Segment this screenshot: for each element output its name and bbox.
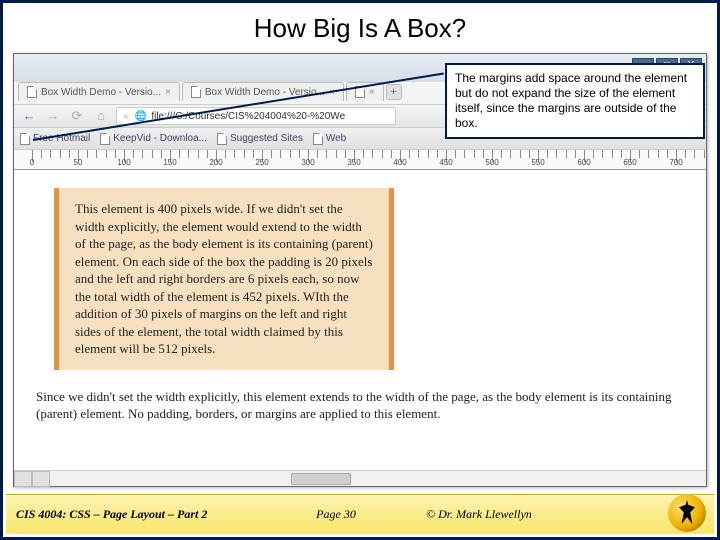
footer-course: CIS 4004: CSS – Page Layout – Part 2 bbox=[6, 507, 266, 522]
home-button[interactable]: ⌂ bbox=[92, 107, 110, 125]
scrollbar-thumb[interactable] bbox=[291, 473, 351, 485]
browser-viewport: 0501001502002503003504004505005506006507… bbox=[14, 150, 706, 470]
page-icon bbox=[27, 86, 37, 98]
horizontal-scrollbar[interactable] bbox=[14, 470, 706, 486]
back-button[interactable]: ← bbox=[20, 107, 38, 125]
horizontal-ruler: 0501001502002503003504004505005506006507… bbox=[14, 150, 706, 170]
tab-0[interactable]: Box Width Demo - Versio... × bbox=[18, 82, 180, 101]
page-body: This element is 400 pixels wide. If we d… bbox=[14, 170, 706, 433]
slide-footer: CIS 4004: CSS – Page Layout – Part 2 Pag… bbox=[6, 494, 714, 534]
demo-box-plain: Since we didn't set the width explicitly… bbox=[32, 384, 688, 423]
bookmark-item[interactable]: Suggested Sites bbox=[217, 133, 303, 145]
close-icon[interactable]: × bbox=[369, 87, 375, 98]
bookmark-item[interactable]: Web bbox=[313, 133, 346, 145]
page-icon bbox=[20, 133, 30, 145]
reload-button[interactable]: ⟳ bbox=[68, 107, 86, 125]
page-icon bbox=[217, 133, 227, 145]
new-tab-button[interactable]: + bbox=[386, 84, 402, 100]
tab-label: Box Width Demo - Versio... bbox=[41, 87, 161, 98]
star-icon[interactable]: ★ bbox=[121, 110, 131, 123]
address-bar[interactable]: ★ 🌐 file:///C:/Courses/CIS%204004%20-%20… bbox=[116, 107, 396, 125]
demo-box-bordered: This element is 400 pixels wide. If we d… bbox=[54, 188, 394, 370]
footer-page: Page 30 bbox=[266, 507, 406, 522]
tab-strip: Box Width Demo - Versio... × Box Width De… bbox=[18, 82, 402, 101]
ucf-logo bbox=[668, 494, 706, 532]
bookmark-item[interactable]: KeepVid - Downloa... bbox=[100, 133, 207, 145]
slide-title: How Big Is A Box? bbox=[3, 3, 717, 48]
page-icon bbox=[191, 86, 201, 98]
slide: How Big Is A Box? — □ X Box Width Demo -… bbox=[0, 0, 720, 540]
callout-box: The margins add space around the element… bbox=[445, 63, 705, 139]
page-icon bbox=[100, 133, 110, 145]
close-icon[interactable]: × bbox=[165, 87, 171, 98]
forward-button[interactable]: → bbox=[44, 107, 62, 125]
page-icon bbox=[313, 133, 323, 145]
